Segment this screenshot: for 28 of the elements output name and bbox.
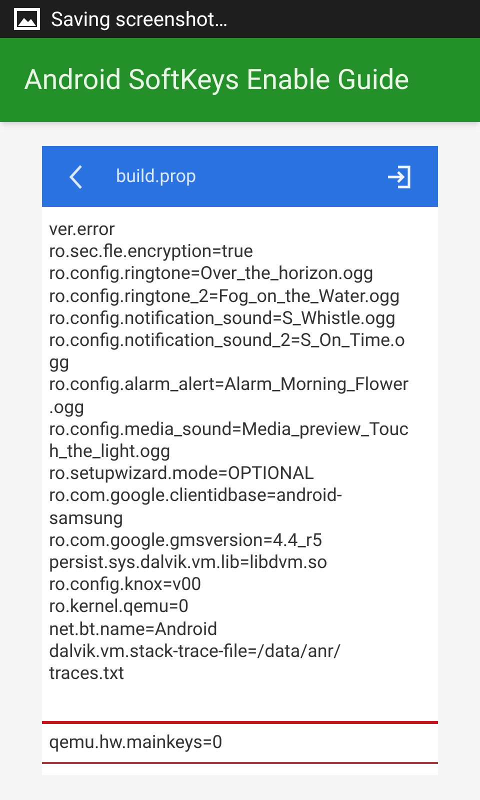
app-title: Android SoftKeys Enable Guide xyxy=(24,62,410,98)
property-line: ro.setupwizard.mode=OPTIONAL xyxy=(49,463,315,486)
property-line: ro.config.knox=v00 xyxy=(49,574,202,596)
property-line: ro.config.media_sound=Media_preview_Touc xyxy=(49,418,410,442)
property-line: ro.com.google.gmsversion=4.4_r5 xyxy=(49,530,324,552)
notification-text: Saving screenshot… xyxy=(51,6,228,33)
property-line: .ogg xyxy=(49,396,86,419)
property-line: ver.error xyxy=(49,219,116,242)
image-icon xyxy=(14,8,40,30)
property-line: h_the_light.ogg xyxy=(49,441,172,464)
property-line: net.bt.name=Android xyxy=(49,618,218,641)
property-line: ro.config.alarm_alert=Alarm_Morning_Flower xyxy=(49,374,410,397)
property-line: ro.com.google.clientidbase=android- xyxy=(49,485,343,508)
property-line: ro.config.notification_sound=S_Whistle.ogg xyxy=(49,308,396,330)
property-line: traces.txt xyxy=(49,663,126,686)
property-line: ro.config.ringtone_2=Fog_on_the_Water.ogg xyxy=(49,286,401,308)
property-line: ro.kernel.qemu=0 xyxy=(49,596,190,619)
back-icon[interactable] xyxy=(68,164,84,190)
file-name: build.prop xyxy=(116,165,196,189)
property-line: dalvik.vm.stack-trace-file=/data/anr/ xyxy=(49,640,342,664)
highlight-entry: qemu.hw.mainkeys=0 xyxy=(42,721,438,764)
sign-in-icon[interactable] xyxy=(386,164,412,188)
property-line: samsung xyxy=(49,508,124,530)
property-line: ro.config.notification_sound_2=S_On_Time.o xyxy=(49,330,406,352)
property-line: persist.sys.dalvik.vm.lib=libdvm.so xyxy=(49,552,328,574)
property-line: gg xyxy=(49,352,70,374)
property-line: ro.config.ringtone=Over_the_horizon.ogg xyxy=(49,263,374,286)
property-line: ro.sec.fle.encryption=true xyxy=(49,241,254,264)
